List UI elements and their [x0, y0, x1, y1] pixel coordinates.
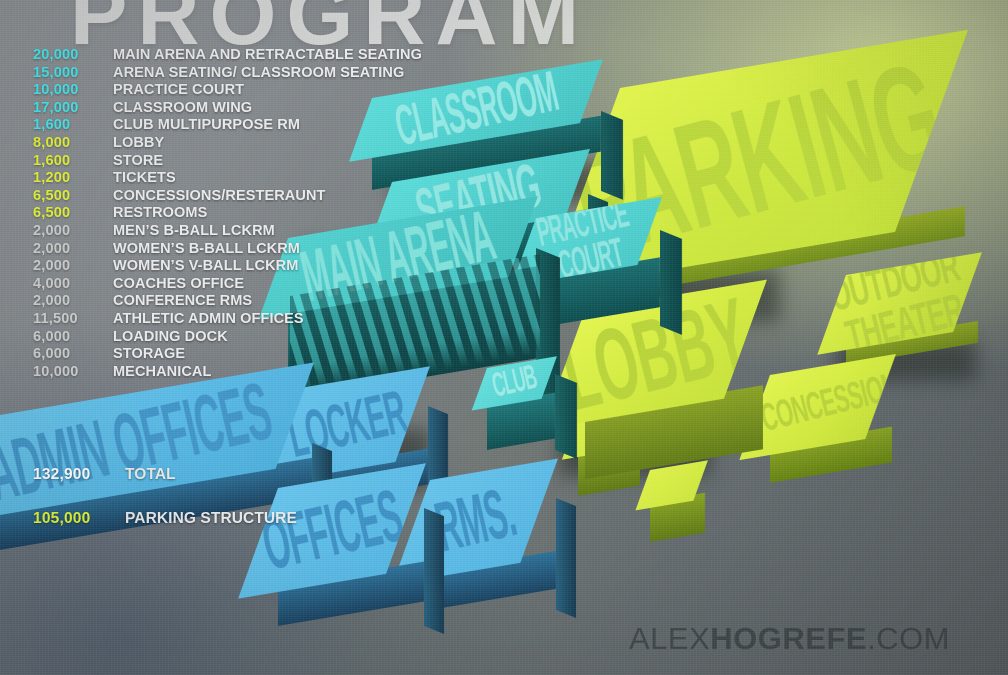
program-row-quantity: 11,500	[33, 310, 78, 327]
program-row-quantity: 6,000	[33, 346, 71, 363]
watermark-part2: HOGREFE	[710, 621, 868, 656]
program-row-quantity: 6,500	[33, 205, 71, 222]
program-row-quantity: 10,000	[33, 82, 79, 99]
program-row-label: MEN’S B-BALL LCKRM	[113, 222, 275, 239]
program-row-quantity: 1,600	[33, 117, 71, 134]
program-row-label: PRACTICE COURT	[113, 82, 245, 99]
block-club: CLUB	[471, 356, 597, 468]
program-row-quantity: 1,600	[33, 152, 71, 169]
program-row-label: MAIN ARENA AND RETRACTABLE SEATING	[113, 47, 422, 63]
program-row-label: LOBBY	[113, 134, 165, 151]
program-row-label: STORAGE	[113, 346, 186, 363]
program-row-label: RESTROOMS	[113, 205, 208, 222]
program-row-quantity: 10,000	[33, 363, 79, 380]
program-row-label: ATHLETIC ADMIN OFFICES	[113, 310, 304, 327]
block-side	[555, 374, 577, 459]
block-side	[556, 498, 576, 619]
program-row-quantity: 2,000	[33, 222, 71, 239]
watermark-part1: ALEX	[628, 621, 711, 656]
program-row-label: STORE	[113, 152, 164, 169]
program-row-label: MECHANICAL	[113, 363, 212, 380]
program-row-quantity: 20,000	[33, 47, 79, 63]
total-label: TOTAL	[125, 466, 176, 483]
program-row-label: WOMEN’S V-BALL LCKRM	[113, 258, 299, 275]
program-row-quantity: 2,000	[33, 258, 71, 275]
program-row-quantity: 4,000	[33, 275, 71, 292]
program-row-quantity: 6,000	[33, 328, 71, 345]
block-label-club: CLUB	[488, 359, 540, 406]
program-row-label: COACHES OFFICE	[113, 275, 245, 292]
program-row-label: CONFERENCE RMS	[113, 293, 253, 310]
block-offices: OFFICES	[238, 463, 508, 675]
diagram-canvas: PARKING OUTDOOR THEATER LOBBY CONCESSION…	[0, 0, 1008, 675]
total-quantity: 132,900	[33, 466, 91, 483]
program-row-label: TICKETS	[113, 170, 176, 187]
program-row-quantity: 8,000	[33, 134, 71, 151]
parking-label: PARKING STRUCTURE	[125, 510, 297, 527]
program-row-label: CLASSROOM WING	[113, 99, 253, 116]
block-side	[660, 230, 682, 335]
watermark-part3: .COM	[867, 621, 950, 656]
program-row-quantity: 2,000	[33, 293, 71, 310]
program-row-label: CLUB MULTIPURPOSE RM	[113, 117, 301, 134]
block-side	[424, 508, 444, 635]
program-row-label: LOADING DOCK	[113, 328, 228, 345]
program-row-quantity: 1,200	[33, 170, 71, 187]
program-row-quantity: 17,000	[33, 99, 79, 116]
program-row-quantity: 2,000	[33, 240, 71, 257]
program-row-label: ARENA SEATING/ CLASSROOM SEATING	[113, 64, 405, 81]
block-label-offices: OFFICES	[254, 475, 410, 587]
program-row-label: CONCESSIONS/RESTERAUNT	[113, 187, 326, 204]
program-row-quantity: 6,500	[33, 187, 71, 204]
watermark: ALEXHOGREFE.COM	[629, 621, 950, 657]
program-row-quantity: 15,000	[33, 64, 79, 81]
parking-quantity: 105,000	[33, 510, 91, 527]
program-row-label: WOMEN’S B-BALL LCKRM	[113, 240, 300, 257]
